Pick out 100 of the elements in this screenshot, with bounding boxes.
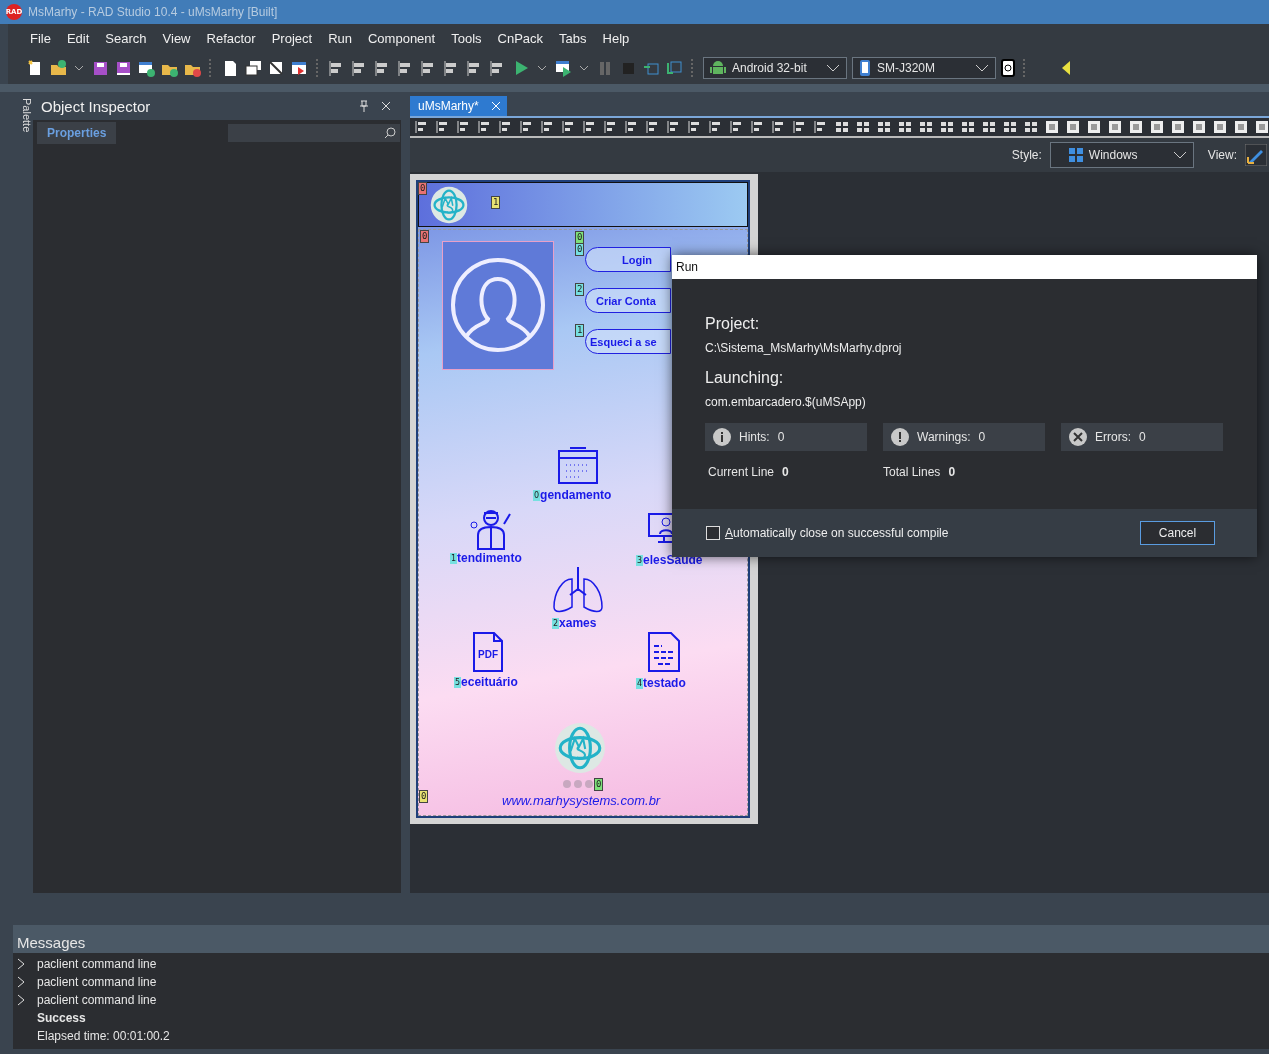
windows-icon[interactable]: [244, 59, 262, 77]
tab-order-marker: 0: [420, 230, 430, 243]
phone-refresh-icon[interactable]: [1001, 59, 1015, 77]
form-button[interactable]: Esqueci a se: [585, 329, 671, 354]
properties-tab[interactable]: Properties: [37, 121, 117, 144]
run-without-debug-icon[interactable]: [554, 59, 572, 77]
tile-label[interactable]: testado: [643, 676, 686, 690]
pdf-file-icon: [473, 632, 503, 672]
chevron-right-icon[interactable]: [17, 976, 25, 988]
platform-dropdown[interactable]: Android 32-bit: [703, 57, 847, 79]
style-dropdown[interactable]: Windows: [1049, 142, 1194, 168]
pin-icon[interactable]: [359, 100, 369, 112]
form-run-icon[interactable]: [290, 59, 308, 77]
layout-icon[interactable]: [981, 119, 997, 135]
editor-tab[interactable]: uMsMarhy*: [410, 96, 507, 116]
dialog-title: Run: [672, 255, 1257, 279]
chevron-down-icon: [975, 63, 989, 73]
alignment-icon[interactable]: [834, 119, 850, 135]
alignment-icon[interactable]: [918, 119, 934, 135]
tile-label[interactable]: gendamento: [540, 488, 612, 502]
tab-order-marker: 0: [533, 489, 541, 501]
menu-item[interactable]: Component: [360, 30, 444, 46]
layout-icon[interactable]: [1128, 119, 1144, 135]
window-title: MsMarhy - RAD Studio 10.4 - uMsMarhy [Built]: [28, 5, 278, 19]
layout-icon[interactable]: [960, 119, 976, 135]
tile-label[interactable]: xames: [559, 616, 597, 630]
checkbox-label[interactable]: Automatically close on successful compile: [725, 526, 949, 540]
website-link[interactable]: www.marhysystems.com.br: [502, 793, 661, 808]
message-text: paclient command line: [37, 993, 157, 1007]
alignment-icon[interactable]: [897, 119, 913, 135]
calendar-icon[interactable]: [558, 445, 598, 485]
layout-icon[interactable]: [1191, 119, 1207, 135]
menu-item[interactable]: Edit: [58, 30, 98, 46]
project-path: C:\Sistema_MsMarhy\MsMarhy.dproj: [705, 341, 903, 355]
line-value: 0: [782, 465, 789, 479]
layout-icon[interactable]: [1170, 119, 1186, 135]
layout-icon[interactable]: [1233, 119, 1249, 135]
counter-label: Warnings:: [917, 430, 971, 444]
menu-item[interactable]: Tabs: [551, 30, 595, 46]
alignment-icon[interactable]: [876, 119, 892, 135]
arrow-left-icon[interactable]: [1060, 59, 1070, 77]
alignment-icon[interactable]: [939, 119, 955, 135]
close-icon[interactable]: [381, 101, 391, 111]
menu-item[interactable]: Project: [263, 30, 321, 46]
lungs-icon[interactable]: [552, 565, 604, 615]
cancel-button[interactable]: Cancel: [1140, 521, 1215, 545]
menu-item[interactable]: CnPack: [489, 30, 552, 46]
layout-icon[interactable]: [1044, 119, 1060, 135]
tab-order-marker: 0: [419, 790, 429, 803]
layout-icon[interactable]: [1002, 119, 1018, 135]
tab-order-marker: 2: [552, 617, 560, 629]
window-arrow-icon[interactable]: [137, 59, 155, 77]
doctor-icon[interactable]: [470, 508, 512, 550]
layout-icon[interactable]: [1065, 119, 1081, 135]
menu-item[interactable]: Run: [320, 30, 360, 46]
menu-item[interactable]: Refactor: [198, 30, 264, 46]
view-pen-icon[interactable]: [1245, 144, 1267, 166]
launch-target: com.embarcadero.$(uMSApp): [705, 395, 867, 409]
layout-icon[interactable]: [1212, 119, 1228, 135]
chevron-right-icon[interactable]: [17, 958, 25, 970]
message-text: paclient command line: [37, 975, 157, 989]
menu-item[interactable]: Tools: [443, 30, 490, 46]
layout-icon[interactable]: [1254, 119, 1269, 135]
open-folder-icon[interactable]: [49, 59, 67, 77]
document-icon[interactable]: [648, 632, 680, 672]
menu-item[interactable]: View: [154, 30, 199, 46]
chevron-down-icon: [826, 63, 840, 73]
tab-order-marker: 5: [454, 676, 462, 688]
menu-item[interactable]: File: [22, 30, 59, 46]
tile-label[interactable]: elesSaude: [643, 553, 703, 567]
counter-value: 0: [978, 430, 986, 444]
logo-icon: [554, 722, 606, 774]
save-icon[interactable]: [91, 59, 109, 77]
menu-item[interactable]: Help: [594, 30, 638, 46]
tab-order-marker: 4: [636, 677, 644, 689]
section-heading: Launching:: [705, 369, 785, 387]
info-icon: [713, 428, 731, 446]
error-icon: [1069, 428, 1087, 446]
menu-item[interactable]: Search: [97, 30, 155, 46]
form-button[interactable]: Criar Conta: [585, 288, 671, 313]
save-all-icon[interactable]: [114, 59, 132, 77]
layout-icon[interactable]: [1086, 119, 1102, 135]
alignment-icon[interactable]: [855, 119, 871, 135]
chevron-right-icon[interactable]: [17, 994, 25, 1006]
layout-icon[interactable]: [1149, 119, 1165, 135]
form-button[interactable]: Login: [585, 247, 671, 272]
icon-label: PDF: [478, 649, 498, 660]
tab-order-marker: 0: [575, 243, 585, 256]
checkbox[interactable]: [706, 526, 720, 540]
tile-label[interactable]: eceituário: [461, 675, 518, 689]
search-field[interactable]: [228, 123, 401, 142]
tile-label[interactable]: tendimento: [457, 551, 522, 565]
layout-icon[interactable]: [1023, 119, 1039, 135]
tab-order-marker: 0: [418, 182, 428, 195]
line-value: 0: [948, 465, 956, 479]
layout-icon[interactable]: [1107, 119, 1123, 135]
device-dropdown[interactable]: SM-J320M: [852, 57, 996, 79]
search-icon: [384, 126, 397, 139]
windows-logo-icon: [1068, 148, 1083, 162]
panel-title: Object Inspector: [41, 97, 152, 115]
